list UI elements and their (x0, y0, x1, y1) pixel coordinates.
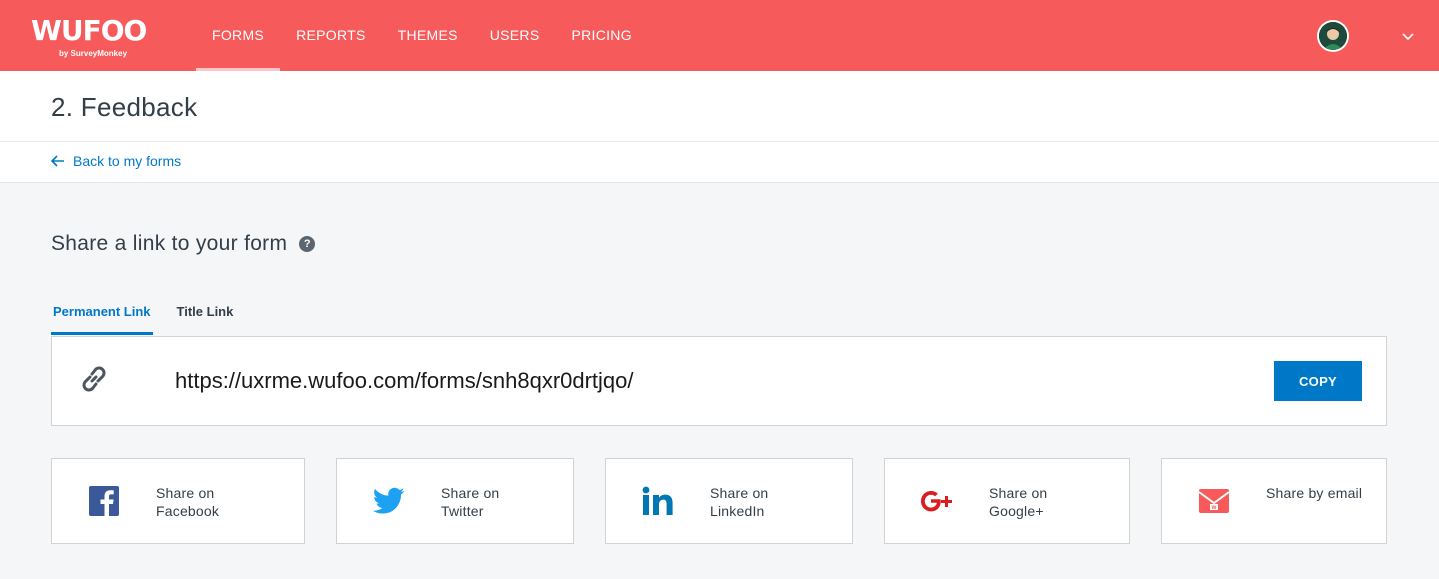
page-title: 2. Feedback (51, 92, 198, 122)
nav-reports[interactable]: REPORTS (280, 0, 382, 71)
logo-wordmark: WUFOO (31, 14, 147, 47)
share-email-card[interactable]: w Share by email (1161, 458, 1387, 544)
linkedin-icon (640, 483, 676, 519)
nav-pricing[interactable]: PRICING (555, 0, 647, 71)
form-link-box: https://uxrme.wufoo.com/forms/snh8qxr0dr… (51, 336, 1387, 426)
link-icon (82, 366, 106, 392)
logo-subtext: by SurveyMonkey (59, 49, 128, 58)
nav-themes[interactable]: THEMES (382, 0, 474, 71)
tab-title-link[interactable]: Title Link (175, 298, 236, 335)
share-twitter-card[interactable]: Share on Twitter (336, 458, 574, 544)
tab-permanent-link[interactable]: Permanent Link (51, 298, 153, 335)
copy-button[interactable]: COPY (1274, 361, 1362, 401)
main-nav: FORMS REPORTS THEMES USERS PRICING (196, 0, 648, 71)
email-icon: w (1196, 483, 1232, 519)
share-google-plus-label: Share on Google+ (989, 485, 1048, 519)
back-bar: Back to my forms (0, 142, 1439, 183)
share-facebook-label: Share on Facebook (156, 485, 220, 519)
user-avatar[interactable] (1317, 20, 1349, 52)
wufoo-logo[interactable]: WUFOO by SurveyMonkey (31, 15, 147, 61)
nav-users[interactable]: USERS (474, 0, 556, 71)
google-plus-icon (919, 483, 955, 519)
help-icon[interactable]: ? (299, 236, 316, 252)
svg-text:w: w (1211, 505, 1217, 511)
page-title-bar: 2. Feedback (0, 71, 1439, 142)
share-linkedin-card[interactable]: Share on LinkedIn (605, 458, 853, 544)
share-heading-text: Share a link to your form (51, 232, 288, 255)
share-email-label: Share by email (1266, 485, 1363, 501)
facebook-icon (86, 483, 122, 519)
nav-forms[interactable]: FORMS (196, 0, 281, 71)
arrow-left-icon (51, 155, 64, 167)
share-facebook-card[interactable]: Share on Facebook (51, 458, 305, 544)
share-linkedin-label: Share on LinkedIn (710, 485, 769, 519)
link-type-tabs: Permanent Link Title Link (51, 298, 257, 335)
twitter-icon (371, 483, 407, 519)
chevron-down-icon[interactable] (1400, 28, 1416, 44)
share-heading: Share a link to your form ? (51, 232, 316, 256)
share-twitter-label: Share on Twitter (441, 485, 500, 519)
back-to-forms-link[interactable]: Back to my forms (51, 153, 181, 169)
form-url[interactable]: https://uxrme.wufoo.com/forms/snh8qxr0dr… (175, 368, 634, 394)
back-link-label: Back to my forms (73, 153, 182, 169)
avatar-image (1319, 22, 1347, 50)
share-google-plus-card[interactable]: Share on Google+ (884, 458, 1130, 544)
top-navbar: WUFOO by SurveyMonkey FORMS REPORTS THEM… (0, 0, 1439, 71)
